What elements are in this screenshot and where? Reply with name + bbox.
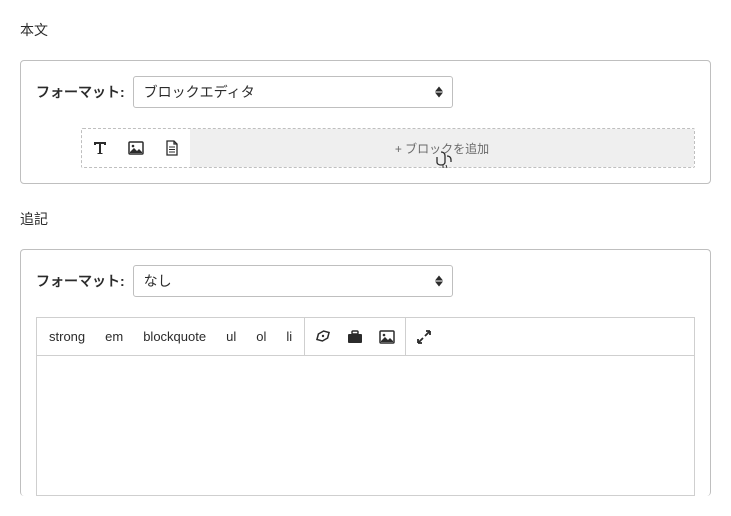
ol-button[interactable]: ol	[252, 329, 270, 344]
link-button[interactable]	[313, 327, 333, 347]
link-icon	[314, 328, 332, 346]
ul-button[interactable]: ul	[222, 329, 240, 344]
fullscreen-button[interactable]	[414, 327, 434, 347]
toolbar-expand-group	[406, 318, 442, 355]
file-icon	[164, 140, 180, 156]
extra-panel: フォーマット: なし strong em blockquote ul ol li	[20, 249, 711, 496]
toolbar-text-group: strong em blockquote ul ol li	[37, 318, 305, 355]
expand-icon	[416, 329, 432, 345]
extra-format-select-wrap: なし	[133, 265, 453, 297]
body-format-select[interactable]: ブロックエディタ	[133, 76, 453, 108]
body-format-row: フォーマット: ブロックエディタ	[36, 76, 695, 108]
add-block-label: + ブロックを追加	[395, 140, 489, 157]
strong-button[interactable]: strong	[45, 329, 89, 344]
li-button[interactable]: li	[282, 329, 296, 344]
text-icon	[92, 140, 108, 156]
body-format-label: フォーマット:	[36, 82, 125, 102]
text-block-button[interactable]	[82, 129, 118, 167]
insert-image-button[interactable]	[377, 327, 397, 347]
blockquote-button[interactable]: blockquote	[139, 329, 210, 344]
extra-format-select[interactable]: なし	[133, 265, 453, 297]
block-tools	[82, 129, 190, 167]
asset-button[interactable]	[345, 327, 365, 347]
extra-heading: 追記	[20, 209, 711, 229]
file-block-button[interactable]	[154, 129, 190, 167]
block-insert-row: + ブロックを追加	[81, 128, 695, 168]
em-button[interactable]: em	[101, 329, 127, 344]
image-block-button[interactable]	[118, 129, 154, 167]
toolbar-media-group	[305, 318, 406, 355]
image-icon	[378, 328, 396, 346]
add-block-button[interactable]: + ブロックを追加	[190, 129, 694, 167]
extra-editor-textarea[interactable]	[36, 356, 695, 496]
rich-text-toolbar: strong em blockquote ul ol li	[36, 317, 695, 356]
image-icon	[128, 140, 144, 156]
body-heading: 本文	[20, 20, 711, 40]
body-format-select-wrap: ブロックエディタ	[133, 76, 453, 108]
extra-format-label: フォーマット:	[36, 271, 125, 291]
body-panel: フォーマット: ブロックエディタ	[20, 60, 711, 184]
extra-format-row: フォーマット: なし	[36, 265, 695, 297]
briefcase-icon	[346, 328, 364, 346]
